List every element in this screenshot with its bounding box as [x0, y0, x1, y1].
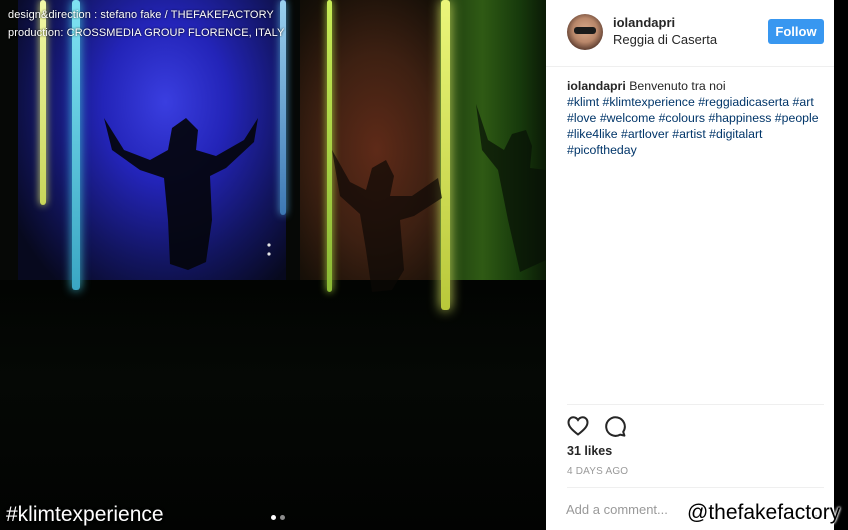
post-side-panel: iolandapri Reggia di Caserta Follow iola… — [546, 0, 834, 530]
caption-username[interactable]: iolandapri — [567, 79, 626, 93]
production-credit: production: CROSSMEDIA GROUP FLORENCE, I… — [8, 27, 285, 39]
avatar[interactable] — [567, 14, 603, 50]
post-timestamp[interactable]: 4 DAYS AGO — [567, 466, 628, 477]
comment-icon[interactable] — [603, 414, 627, 438]
carousel-dot-active[interactable] — [271, 515, 276, 520]
caption-hashtags[interactable]: #klimt #klimtexperience #reggiadicaserta… — [567, 95, 819, 157]
heart-icon[interactable] — [566, 414, 590, 438]
likes-count[interactable]: 31 likes — [567, 444, 612, 458]
carousel-indicator — [271, 515, 285, 520]
right-border-strip — [834, 0, 848, 530]
hashtag-watermark: #klimtexperience — [6, 503, 164, 526]
follow-button[interactable]: Follow — [768, 19, 824, 44]
carousel-dot[interactable] — [280, 515, 285, 520]
shadow-silhouettes — [104, 104, 546, 292]
divider — [567, 404, 824, 405]
divider — [567, 487, 824, 488]
caption-text: Benvenuto tra noi — [629, 79, 726, 93]
handle-watermark: @thefakefactory — [687, 501, 841, 524]
post-username[interactable]: iolandapri — [613, 15, 675, 30]
post-caption: iolandapri Benvenuto tra noi #klimt #kli… — [567, 78, 825, 158]
post-header: iolandapri Reggia di Caserta Follow — [546, 0, 834, 67]
post-location[interactable]: Reggia di Caserta — [613, 32, 717, 47]
post-photo[interactable]: design&direction : stefano fake / THEFAK… — [0, 0, 546, 530]
design-credit: design&direction : stefano fake / THEFAK… — [8, 9, 274, 21]
